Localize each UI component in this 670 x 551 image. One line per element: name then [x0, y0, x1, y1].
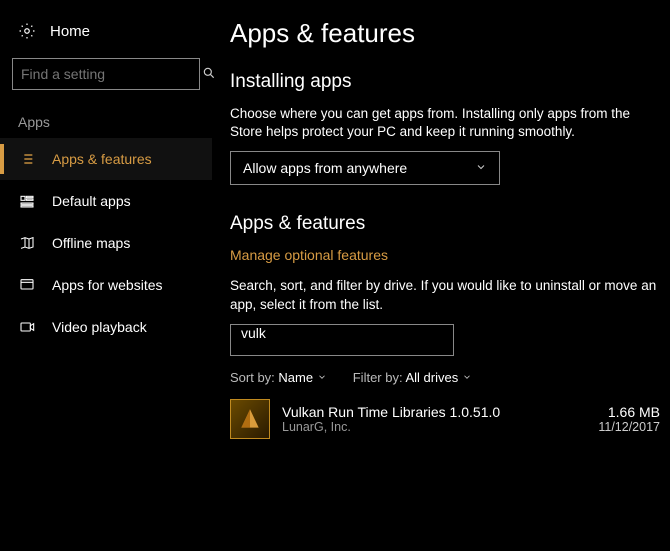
sidebar-item-default-apps[interactable]: Default apps — [0, 180, 212, 222]
gear-icon — [18, 22, 36, 40]
installing-apps-heading: Installing apps — [230, 71, 660, 93]
filter-by-button[interactable]: Filter by: All drives — [353, 370, 472, 385]
sidebar-item-apps-websites[interactable]: Apps for websites — [0, 264, 212, 306]
app-date: 11/12/2017 — [598, 420, 660, 434]
app-icon — [230, 399, 270, 439]
app-meta: 1.66 MB 11/12/2017 — [598, 404, 660, 434]
sidebar-item-label: Offline maps — [52, 235, 130, 251]
chevron-down-icon — [475, 161, 487, 176]
filter-label: Filter by: — [353, 370, 403, 385]
filter-value: All drives — [405, 370, 458, 385]
sidebar-item-offline-maps[interactable]: Offline maps — [0, 222, 212, 264]
manage-optional-features-link[interactable]: Manage optional features — [230, 247, 388, 263]
video-icon — [18, 318, 36, 336]
sidebar-item-label: Default apps — [52, 193, 131, 209]
find-setting-search[interactable] — [12, 58, 200, 90]
app-list-item[interactable]: Vulkan Run Time Libraries 1.0.51.0 Lunar… — [230, 399, 660, 439]
app-size: 1.66 MB — [598, 404, 660, 420]
install-source-value: Allow apps from anywhere — [243, 160, 407, 176]
defaults-icon — [18, 192, 36, 210]
sort-value: Name — [278, 370, 313, 385]
sidebar-item-label: Video playback — [52, 319, 147, 335]
installing-apps-desc: Choose where you can get apps from. Inst… — [230, 105, 660, 141]
chevron-down-icon — [317, 370, 327, 385]
app-publisher: LunarG, Inc. — [282, 420, 586, 434]
page-title: Apps & features — [230, 18, 660, 49]
sidebar-item-label: Apps & features — [52, 151, 152, 167]
sidebar-item-apps-features[interactable]: Apps & features — [0, 138, 212, 180]
home-label: Home — [50, 23, 90, 40]
link-icon — [18, 276, 36, 294]
apps-list-heading: Apps & features — [230, 213, 660, 235]
sort-label: Sort by: — [230, 370, 275, 385]
find-setting-input[interactable] — [21, 66, 202, 82]
sidebar: Home Apps Apps & features Default apps O… — [0, 0, 212, 551]
sort-filter-row: Sort by: Name Filter by: All drives — [230, 370, 660, 385]
app-search-box[interactable] — [230, 324, 454, 356]
sidebar-item-label: Apps for websites — [52, 277, 163, 293]
main-panel: Apps & features Installing apps Choose w… — [212, 0, 670, 551]
app-info: Vulkan Run Time Libraries 1.0.51.0 Lunar… — [282, 404, 586, 434]
sidebar-item-video-playback[interactable]: Video playback — [0, 306, 212, 348]
chevron-down-icon — [462, 370, 472, 385]
install-source-dropdown[interactable]: Allow apps from anywhere — [230, 151, 500, 185]
map-icon — [18, 234, 36, 252]
sort-by-button[interactable]: Sort by: Name — [230, 370, 327, 385]
list-icon — [18, 150, 36, 168]
app-search-input[interactable] — [241, 325, 443, 341]
apps-list-desc: Search, sort, and filter by drive. If yo… — [230, 277, 660, 313]
app-name: Vulkan Run Time Libraries 1.0.51.0 — [282, 404, 586, 420]
home-button[interactable]: Home — [0, 18, 212, 58]
category-label: Apps — [0, 114, 212, 138]
